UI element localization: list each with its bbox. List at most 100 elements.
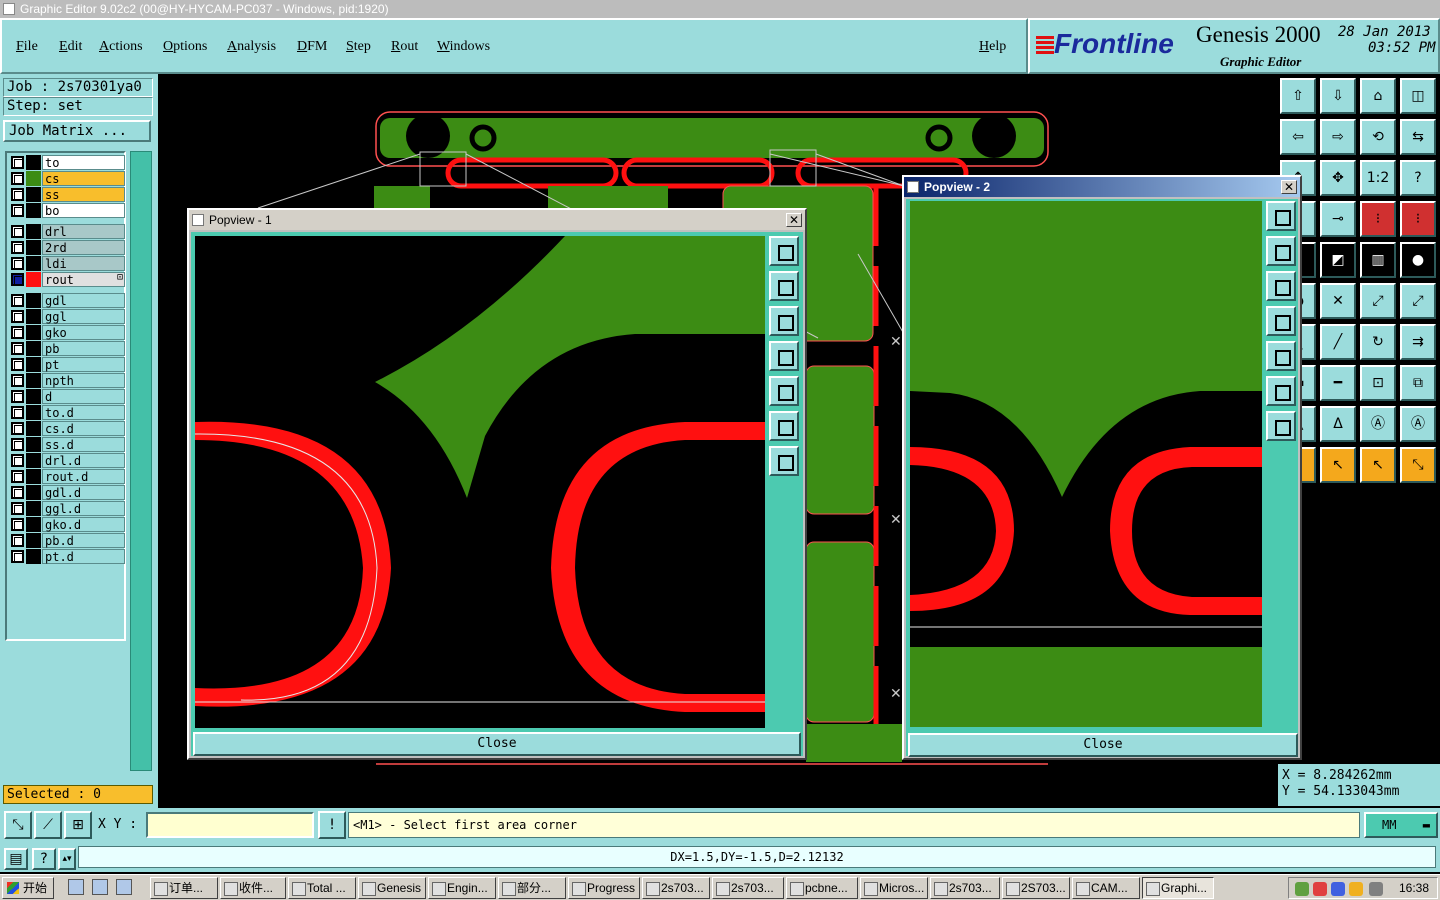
taskbar-button[interactable]: Engin... [428, 877, 496, 899]
taskbar-button[interactable]: Progress [568, 877, 640, 899]
layer-checkbox[interactable] [11, 358, 24, 371]
pan-up-icon[interactable] [769, 271, 799, 301]
layer-row[interactable]: gdl.d [9, 485, 125, 500]
layer-checkbox[interactable] [11, 486, 24, 499]
taskbar-button[interactable]: 订单... [150, 877, 218, 899]
menu-windows[interactable]: Windows [437, 39, 490, 55]
tri-b-icon[interactable]: Ⓐ [1400, 406, 1436, 442]
tray-icon[interactable] [1369, 882, 1383, 896]
center-icon[interactable]: ✥ [1320, 160, 1356, 196]
layer-row[interactable]: ss.d [9, 437, 125, 452]
pan-left-icon[interactable]: ⇦ [1280, 119, 1316, 155]
layer-row[interactable]: drl.d [9, 453, 125, 468]
layer-checkbox[interactable] [11, 204, 24, 217]
copy-icon[interactable]: ⧉ [1400, 365, 1436, 401]
layer-checkbox[interactable] [11, 454, 24, 467]
taskbar-button[interactable]: 2S703... [1002, 877, 1070, 899]
pan-up-icon[interactable] [1266, 236, 1296, 266]
layer-row[interactable]: gko [9, 325, 125, 340]
layer-checkbox[interactable] [11, 502, 24, 515]
layer-checkbox[interactable] [11, 273, 24, 286]
menu-edit[interactable]: Edit [59, 39, 82, 55]
split-icon[interactable]: ◫ [1400, 78, 1436, 114]
taskbar-button[interactable]: 收件... [220, 877, 286, 899]
pad-icon[interactable]: ● [1400, 242, 1436, 278]
cross-icon[interactable]: ✕ [1320, 283, 1356, 319]
layer-checkbox[interactable] [11, 326, 24, 339]
layer-row[interactable]: rout.d [9, 469, 125, 484]
diag-icon[interactable]: ╱ [1320, 324, 1356, 360]
layer-row[interactable]: ggl.d [9, 501, 125, 516]
menu-dfm[interactable]: DFM [297, 39, 327, 55]
zoom-fit-icon[interactable] [769, 411, 799, 441]
layer-row[interactable]: ldi [9, 256, 125, 271]
layer-checkbox[interactable] [11, 470, 24, 483]
layer-checkbox[interactable] [11, 172, 24, 185]
popview-2-canvas[interactable] [910, 201, 1262, 727]
layer-checkbox[interactable] [11, 294, 24, 307]
desktop-icon[interactable] [92, 879, 108, 895]
layer-checkbox[interactable] [11, 257, 24, 270]
popview-1-close-button[interactable]: Close [193, 732, 801, 756]
line-icon[interactable]: ⤢ [1360, 283, 1396, 319]
xy-input[interactable] [146, 812, 314, 838]
layer-checkbox[interactable] [11, 188, 24, 201]
layer-scrollbar[interactable] [130, 151, 152, 771]
layer-checkbox[interactable] [11, 406, 24, 419]
layer-row[interactable]: pt.d [9, 549, 125, 564]
layer-row[interactable]: npth [9, 373, 125, 388]
grid-red-icon[interactable]: ⁝ [1400, 201, 1436, 237]
menu-file[interactable]: File [16, 39, 38, 55]
ie-icon[interactable] [68, 879, 84, 895]
move-icon[interactable]: ⤡ [1400, 447, 1436, 483]
taskbar-button[interactable]: Graphi... [1142, 877, 1214, 899]
snap-icon[interactable]: ⟋ [34, 811, 62, 839]
layer-row[interactable]: ss [9, 187, 125, 202]
pan-left-icon[interactable] [1266, 306, 1296, 336]
zoom-in-icon[interactable] [769, 236, 799, 266]
keyboard-icon[interactable]: ▤ [4, 848, 28, 870]
tray-icon[interactable] [1349, 882, 1363, 896]
pan-up-icon[interactable]: ⇧ [1280, 78, 1316, 114]
taskbar-button[interactable]: Total ... [288, 877, 356, 899]
layer-checkbox[interactable] [11, 534, 24, 547]
pan-right-icon[interactable] [769, 376, 799, 406]
popview-2-close-button[interactable]: Close [908, 733, 1298, 757]
taskbar-button[interactable]: Genesis [358, 877, 426, 899]
swap-icon[interactable]: ⇆ [1400, 119, 1436, 155]
taskbar-button[interactable]: pcbne... [786, 877, 858, 899]
tray-icon[interactable] [1331, 882, 1345, 896]
grid-red-icon[interactable]: ⁝ [1360, 201, 1396, 237]
layer-row[interactable]: pb [9, 341, 125, 356]
layer-row[interactable]: d [9, 389, 125, 404]
select2-icon[interactable]: ↖ [1360, 447, 1396, 483]
close-icon[interactable]: ✕ [1281, 180, 1297, 194]
job-matrix-button[interactable]: Job Matrix ... [3, 120, 151, 142]
probe-icon[interactable]: ⊸ [1320, 201, 1356, 237]
pan-right-icon[interactable]: ⇨ [1320, 119, 1356, 155]
taskbar-button[interactable]: 2s703... [930, 877, 1000, 899]
popview-1-titlebar[interactable]: Popview - 1 ✕ [189, 210, 805, 230]
layer-row[interactable]: pt [9, 357, 125, 372]
layer-checkbox[interactable] [11, 241, 24, 254]
layer-row[interactable]: 2rd [9, 240, 125, 255]
resize-icon[interactable]: ⤡ [4, 811, 32, 839]
layer-checkbox[interactable] [11, 342, 24, 355]
popview-1-canvas[interactable] [195, 236, 765, 728]
zoom-fit-icon[interactable] [1266, 376, 1296, 406]
home-icon[interactable]: ⌂ [1360, 78, 1396, 114]
menu-help[interactable]: Help [979, 39, 1006, 55]
pan-down-icon[interactable]: ⇩ [1320, 78, 1356, 114]
zoom-center-icon[interactable] [1266, 411, 1296, 441]
tray-icon[interactable] [1295, 882, 1309, 896]
close-icon[interactable]: ✕ [786, 213, 802, 227]
taskbar-button[interactable]: 部分... [498, 877, 566, 899]
tray-icon[interactable] [1313, 882, 1327, 896]
layer-row[interactable]: cs [9, 171, 125, 186]
line-red-icon[interactable]: ⤢ [1400, 283, 1436, 319]
display-icon[interactable]: ◩ [1320, 242, 1356, 278]
layer-row[interactable]: gdl [9, 293, 125, 308]
taskbar-button[interactable]: CAM... [1072, 877, 1140, 899]
zoom-center-icon[interactable] [769, 446, 799, 476]
menu-analysis[interactable]: Analysis [227, 39, 276, 55]
